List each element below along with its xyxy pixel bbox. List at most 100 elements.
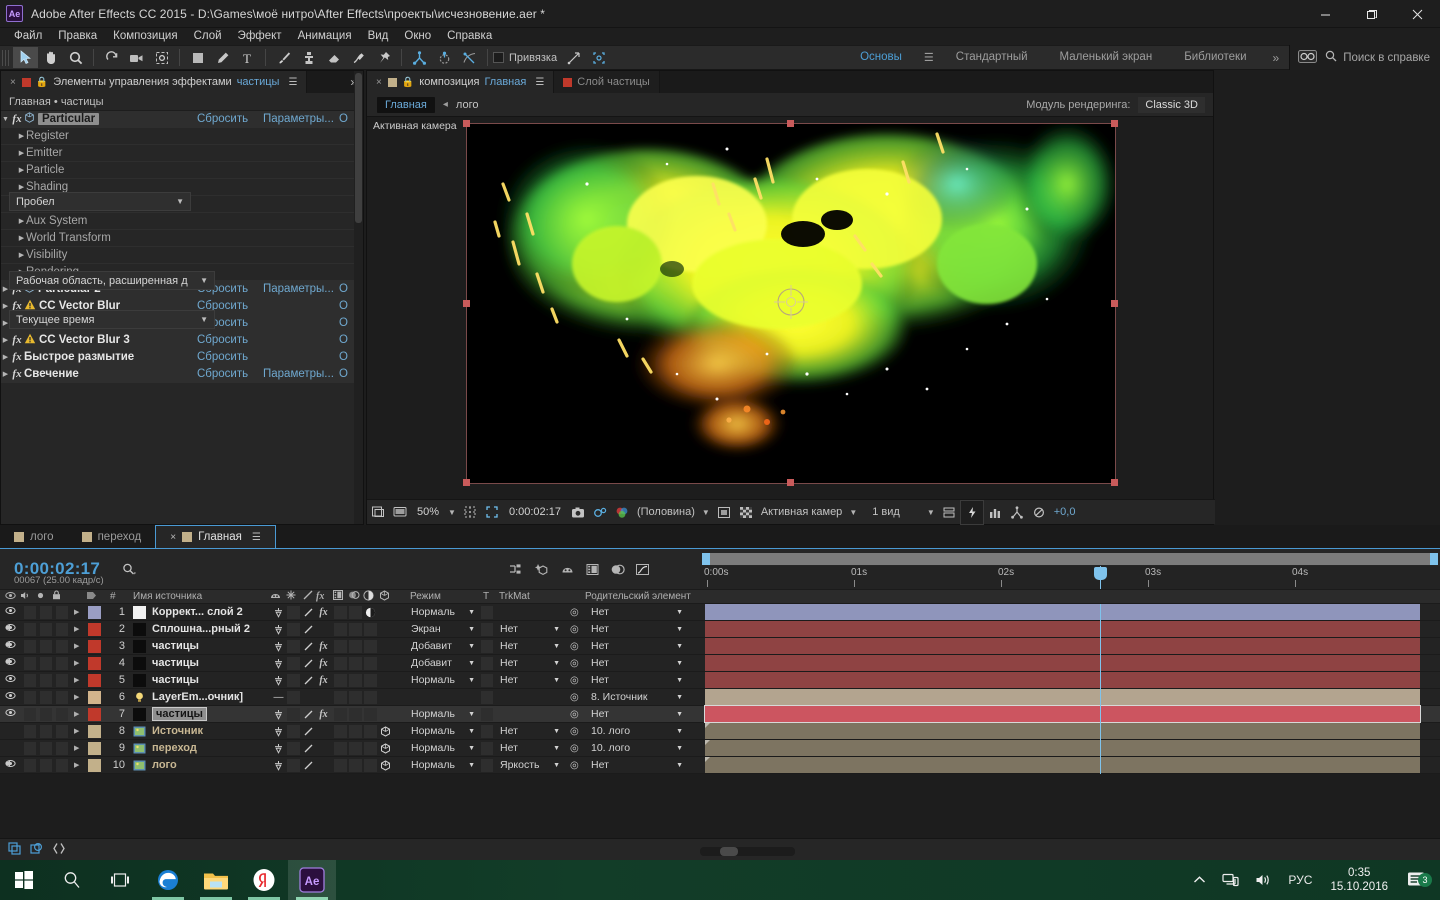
frame-blend-switch[interactable] xyxy=(334,673,347,687)
effect-name[interactable]: Быстрое размытие xyxy=(24,351,134,363)
motion-blur-switch[interactable] xyxy=(349,605,362,619)
adjustment-switch[interactable] xyxy=(364,639,377,653)
workspace-essentials[interactable]: Основы xyxy=(844,45,918,70)
twirl-right-icon[interactable]: ▶ xyxy=(74,727,79,735)
twirl-right-icon[interactable]: ▶ xyxy=(17,132,26,140)
workspace-small-screen[interactable]: Маленький экран xyxy=(1044,45,1169,70)
text-tool-icon[interactable]: T xyxy=(235,47,260,68)
twirl-right-icon[interactable]: ▶ xyxy=(17,166,26,174)
effects-switch[interactable] xyxy=(317,759,330,772)
playhead-line[interactable] xyxy=(1100,604,1101,774)
workspace-overflow-icon[interactable]: » xyxy=(1263,51,1290,65)
shortcut-select[interactable]: Пробел ▼ xyxy=(9,192,191,211)
three-d-switch[interactable] xyxy=(379,640,392,653)
effects-scrollbar[interactable] xyxy=(354,71,363,524)
parent-pickwhip-icon[interactable]: ◎ xyxy=(570,760,579,771)
shy-switch[interactable] xyxy=(272,623,285,636)
preserve-transparency-toggle[interactable] xyxy=(481,639,493,653)
explorer-icon[interactable] xyxy=(192,860,240,900)
toggle-switches-modes-icon[interactable] xyxy=(8,841,22,858)
chevron-down-icon-3[interactable]: ▼ xyxy=(846,508,860,517)
network-icon[interactable] xyxy=(1214,873,1247,887)
solo-toggle[interactable] xyxy=(24,741,36,755)
twirl-right-icon[interactable]: ▶ xyxy=(74,693,79,701)
snapshot-icon[interactable] xyxy=(567,500,589,525)
lock-icon[interactable]: 🔒 xyxy=(402,77,414,88)
effect-name[interactable]: CC Vector Blur 3 xyxy=(39,334,130,346)
toolbar-grip[interactable] xyxy=(2,49,10,66)
twirl-right-icon[interactable]: ▶ xyxy=(74,676,79,684)
hand-tool-icon[interactable] xyxy=(38,47,63,68)
pan-behind-tool-icon[interactable] xyxy=(149,47,174,68)
shy-switch[interactable] xyxy=(272,759,285,772)
panel-menu-icon[interactable]: ☰ xyxy=(535,77,544,88)
quality-switch[interactable] xyxy=(302,623,315,636)
quality-switch[interactable] xyxy=(302,759,315,772)
effect-row[interactable]: ▼ fx Particular Сбросить Параметры... О xyxy=(1,111,363,128)
puppet-mesh-icon[interactable] xyxy=(457,47,482,68)
effects-switch[interactable] xyxy=(317,623,330,636)
motion-blur-switch[interactable] xyxy=(349,690,362,704)
layer-bar[interactable] xyxy=(705,740,1420,756)
composition-frame[interactable] xyxy=(463,120,1118,486)
layer-name[interactable]: Коррект... слой 2 xyxy=(152,606,243,618)
motion-blur-switch[interactable] xyxy=(349,741,362,755)
layer-label-color[interactable] xyxy=(88,724,101,738)
shy-toggle[interactable] xyxy=(56,741,68,755)
solo-toggle[interactable] xyxy=(24,758,36,772)
effect-about-link[interactable]: О xyxy=(339,113,348,125)
preserve-transparency-toggle[interactable] xyxy=(481,690,493,704)
parent-select[interactable]: Нет ▼ xyxy=(588,622,686,636)
collapse-switch[interactable] xyxy=(287,690,300,704)
quality-switch[interactable] xyxy=(302,725,315,738)
eye-icon[interactable] xyxy=(5,674,16,686)
three-d-switch[interactable] xyxy=(379,708,392,721)
work-area-bar[interactable] xyxy=(702,553,1438,565)
taskbar-clock[interactable]: 0:35 15.10.2016 xyxy=(1320,866,1398,894)
workspace-libraries[interactable]: Библиотеки xyxy=(1168,45,1262,70)
shy-toggle[interactable] xyxy=(56,639,68,653)
effect-row[interactable]: ▶ fx Свечение Сбросить Параметры... О xyxy=(1,366,363,383)
exposure-offset[interactable]: +0,0 xyxy=(1050,500,1080,525)
blend-mode-select[interactable]: Добавит ▼ xyxy=(408,656,478,670)
timeline-tracks[interactable] xyxy=(700,604,1440,774)
layer-label-color[interactable] xyxy=(88,673,101,687)
solo-toggle[interactable] xyxy=(24,639,36,653)
menu-file[interactable]: Файл xyxy=(6,28,50,45)
layer-bar[interactable] xyxy=(705,672,1420,688)
current-time-display[interactable]: 0:00:02:17 xyxy=(503,506,567,518)
breadcrumb-logo[interactable]: лого xyxy=(456,99,479,111)
eye-icon[interactable] xyxy=(5,606,16,618)
motion-blur-icon[interactable] xyxy=(610,563,625,576)
layer-label-color[interactable] xyxy=(88,622,101,636)
parent-select[interactable]: Нет ▼ xyxy=(588,656,686,670)
selection-handle-tl[interactable] xyxy=(463,120,470,127)
quality-switch[interactable] xyxy=(302,708,315,721)
effect-about-link[interactable]: О xyxy=(339,334,348,346)
blend-mode-select[interactable]: Нормаль ▼ xyxy=(408,673,478,687)
work-area-start-handle[interactable] xyxy=(702,553,710,565)
parent-pickwhip-icon[interactable]: ◎ xyxy=(570,743,579,754)
preserve-transparency-toggle[interactable] xyxy=(481,605,493,619)
range-select[interactable]: Рабочая область, расширенная д ▼ xyxy=(9,271,215,290)
frame-blend-switch[interactable] xyxy=(334,639,347,653)
three-d-switch[interactable] xyxy=(379,657,392,670)
track-matte-select[interactable]: Нет ▼ xyxy=(497,622,563,636)
snap-align-icon[interactable] xyxy=(561,47,586,68)
adjustment-switch[interactable] xyxy=(364,758,377,772)
adjustment-switch[interactable] xyxy=(364,690,377,704)
track-matte-select[interactable]: Нет ▼ xyxy=(497,673,563,687)
parent-pickwhip-icon[interactable]: ◎ xyxy=(570,709,579,720)
layer-bar[interactable] xyxy=(705,655,1420,671)
snap-bounds-icon[interactable] xyxy=(586,47,611,68)
shy-switch[interactable] xyxy=(272,674,285,687)
aftereffects-icon[interactable]: Ae xyxy=(288,860,336,900)
close-button[interactable] xyxy=(1394,0,1440,28)
collapse-switch[interactable] xyxy=(287,622,300,636)
notification-center-icon[interactable]: 3 xyxy=(1398,870,1434,891)
layer-bar[interactable] xyxy=(705,621,1420,637)
lock-toggle[interactable] xyxy=(40,605,52,619)
effect-name[interactable]: Particular xyxy=(38,113,100,125)
time-ruler[interactable]: 0:00s 01s 02s 03s 04s xyxy=(700,566,1440,589)
zoom-level[interactable]: 50% xyxy=(411,506,445,518)
